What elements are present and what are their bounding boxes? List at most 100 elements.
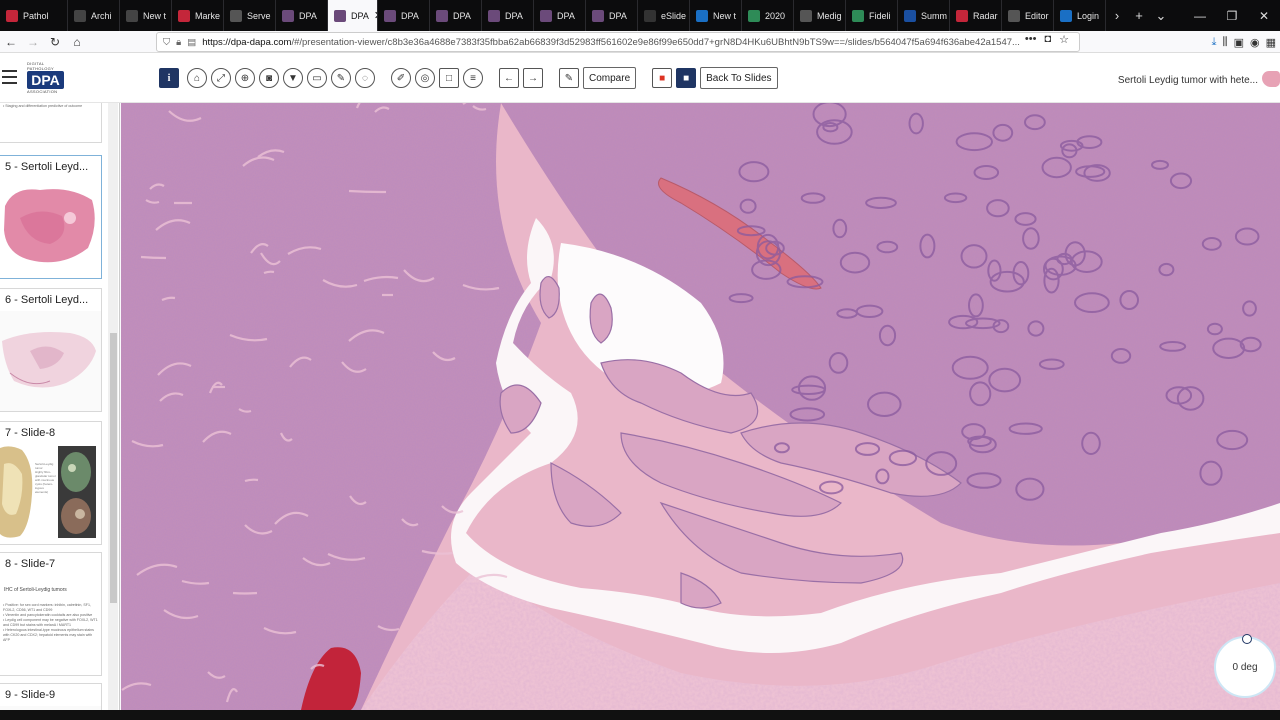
dpa-icon <box>488 9 500 22</box>
forward-icon[interactable]: → <box>22 35 44 49</box>
eslide-icon <box>644 9 656 22</box>
logo-top-text: DIGITAL PATHOLOGY <box>27 61 55 71</box>
google-icon <box>956 9 968 22</box>
browser-tab-label: Login <box>1077 10 1100 21</box>
browser-tab[interactable]: DPA <box>276 0 328 31</box>
freehand-button[interactable]: ◌ <box>355 68 375 88</box>
url-path: /#/presentation-viewer/c8b3e36a4688e7383… <box>291 36 1020 48</box>
stop-button[interactable]: ■ <box>676 68 697 88</box>
slide-card-8[interactable]: 8 - Slide-7 IHC of Sertoli-Leydig tumors… <box>0 552 102 676</box>
dpa-icon <box>436 9 448 22</box>
browser-tab[interactable]: Marke <box>172 0 224 31</box>
slide-card-4[interactable]: • Staging and differentiation predictive… <box>0 103 102 143</box>
annotate-button[interactable]: ✐ <box>391 68 411 88</box>
new-tab-icon <box>126 9 138 22</box>
browser-tab[interactable]: Medig <box>794 0 846 31</box>
sidebar-scroll-thumb[interactable] <box>110 333 117 603</box>
link-button[interactable]: ✎ <box>559 68 579 88</box>
browser-tab[interactable]: DPA <box>430 0 482 31</box>
stroma-strand <box>348 189 387 194</box>
zoom-button[interactable]: ⊕ <box>235 68 255 88</box>
rotation-control[interactable]: 0 deg <box>1214 634 1276 698</box>
minimize-button[interactable]: — <box>1184 9 1216 23</box>
home-icon[interactable]: ⌂ <box>66 35 88 49</box>
browser-tab-label: DPA <box>609 10 627 21</box>
browser-tab[interactable]: Fideli <box>846 0 898 31</box>
reload-icon[interactable]: ↻ <box>44 35 66 49</box>
browser-tab[interactable]: DPA <box>378 0 430 31</box>
browser-tab[interactable]: New t <box>690 0 742 31</box>
browser-tab-label: DPA <box>351 10 369 21</box>
dpa-icon <box>540 9 552 22</box>
home-view-button[interactable]: ⌂ <box>187 68 207 88</box>
restore-button[interactable]: ❐ <box>1216 9 1248 23</box>
browser-tab-label: Serve <box>247 10 271 21</box>
menu-icon[interactable] <box>2 70 17 84</box>
screen-button[interactable]: ▭ <box>307 68 327 88</box>
browser-tab[interactable]: DPA <box>482 0 534 31</box>
list-button[interactable]: ≡ <box>463 68 483 88</box>
new-tab-button[interactable]: + <box>1128 8 1150 23</box>
rotation-knob[interactable] <box>1242 634 1252 644</box>
tab-list-chevron-icon[interactable]: ⌄ <box>1150 8 1172 24</box>
pocket-icon[interactable]: ◘ <box>1044 33 1051 46</box>
info-button[interactable]: i <box>159 68 179 88</box>
lock-icon: 🔒︎ <box>176 36 182 48</box>
filter-button[interactable]: ▼ <box>283 68 303 88</box>
archive-icon <box>74 9 86 22</box>
browser-tab[interactable]: Radar <box>950 0 1002 31</box>
back-to-slides-button[interactable]: Back To Slides <box>700 67 778 89</box>
more-icon[interactable]: ••• <box>1025 33 1037 46</box>
library-icon[interactable]: ⫼ <box>1223 36 1228 49</box>
browser-tab[interactable]: eSlide <box>638 0 690 31</box>
rectangle-button[interactable]: □ <box>439 68 459 88</box>
download-icon[interactable]: ⤓ <box>1212 36 1217 49</box>
slide-card-5[interactable]: 5 - Sertoli Leyd... <box>0 155 102 279</box>
slide-8-title: IHC of Sertoli-Leydig tumors <box>4 587 67 593</box>
browser-tab[interactable]: Editor <box>1002 0 1054 31</box>
pathology-icon <box>6 9 18 22</box>
browser-tab-label: Radar <box>973 10 998 21</box>
histology-image <box>121 103 1280 710</box>
browser-tab[interactable]: New t <box>120 0 172 31</box>
browser-tab-label: Fideli <box>869 10 891 21</box>
browser-tab[interactable]: Pathol <box>0 0 68 31</box>
dpa-icon <box>282 9 294 22</box>
browser-tab[interactable]: Archi <box>68 0 120 31</box>
back-icon[interactable]: ← <box>0 35 22 49</box>
slide-sidebar: • Staging and differentiation predictive… <box>0 103 120 720</box>
close-window-button[interactable]: ✕ <box>1248 9 1280 23</box>
browser-tab[interactable]: DPA <box>534 0 586 31</box>
browser-tab[interactable]: Summ <box>898 0 950 31</box>
stroma-strand <box>232 591 258 595</box>
browser-tab[interactable]: DPA✕ <box>328 0 378 31</box>
tab-scroll-right-icon[interactable]: › <box>1106 8 1128 23</box>
next-slide-button[interactable]: → <box>523 68 543 88</box>
slide-7-caption-line: elements) <box>35 490 49 494</box>
slide-6-thumbnail <box>0 311 101 411</box>
slide-title-thumbnail <box>1262 71 1280 87</box>
slide-viewer-canvas[interactable]: 0 deg <box>121 103 1280 710</box>
pen-button[interactable]: ✎ <box>331 68 351 88</box>
slide-card-6[interactable]: 6 - Sertoli Leyd... <box>0 288 102 412</box>
url-bar[interactable]: ⛉ 🔒︎ ▤ https://dpa-dapa.com/#/presentati… <box>156 32 1080 52</box>
browser-tab[interactable]: Serve <box>224 0 276 31</box>
record-button[interactable]: ■ <box>652 68 673 88</box>
compare-button[interactable]: Compare <box>583 67 637 89</box>
extensions-icon[interactable]: ▦ <box>1266 36 1276 49</box>
bookmark-star-icon[interactable]: ☆ <box>1059 33 1069 46</box>
browser-tab-label: Archi <box>91 10 112 21</box>
slide-label: 8 - Slide-7 <box>5 558 56 570</box>
browser-tab[interactable]: Login <box>1054 0 1106 31</box>
slide-card-7[interactable]: 7 - Slide-8 Sertoli-Leydig tumor Highly fi… <box>0 421 102 545</box>
browser-tab-label: 2020 <box>765 10 786 21</box>
sidebar-icon[interactable]: ▣ <box>1234 36 1244 49</box>
browser-tab[interactable]: DPA <box>586 0 638 31</box>
fullscreen-button[interactable]: ⤢ <box>211 68 231 88</box>
prev-slide-button[interactable]: ← <box>499 68 519 88</box>
slide-8-line: • Leydig cell component may be negative … <box>3 618 98 627</box>
camera-button[interactable]: ◙ <box>259 68 279 88</box>
target-button[interactable]: ◎ <box>415 68 435 88</box>
account-icon[interactable]: ◉ <box>1250 36 1260 49</box>
browser-tab[interactable]: 2020 <box>742 0 794 31</box>
